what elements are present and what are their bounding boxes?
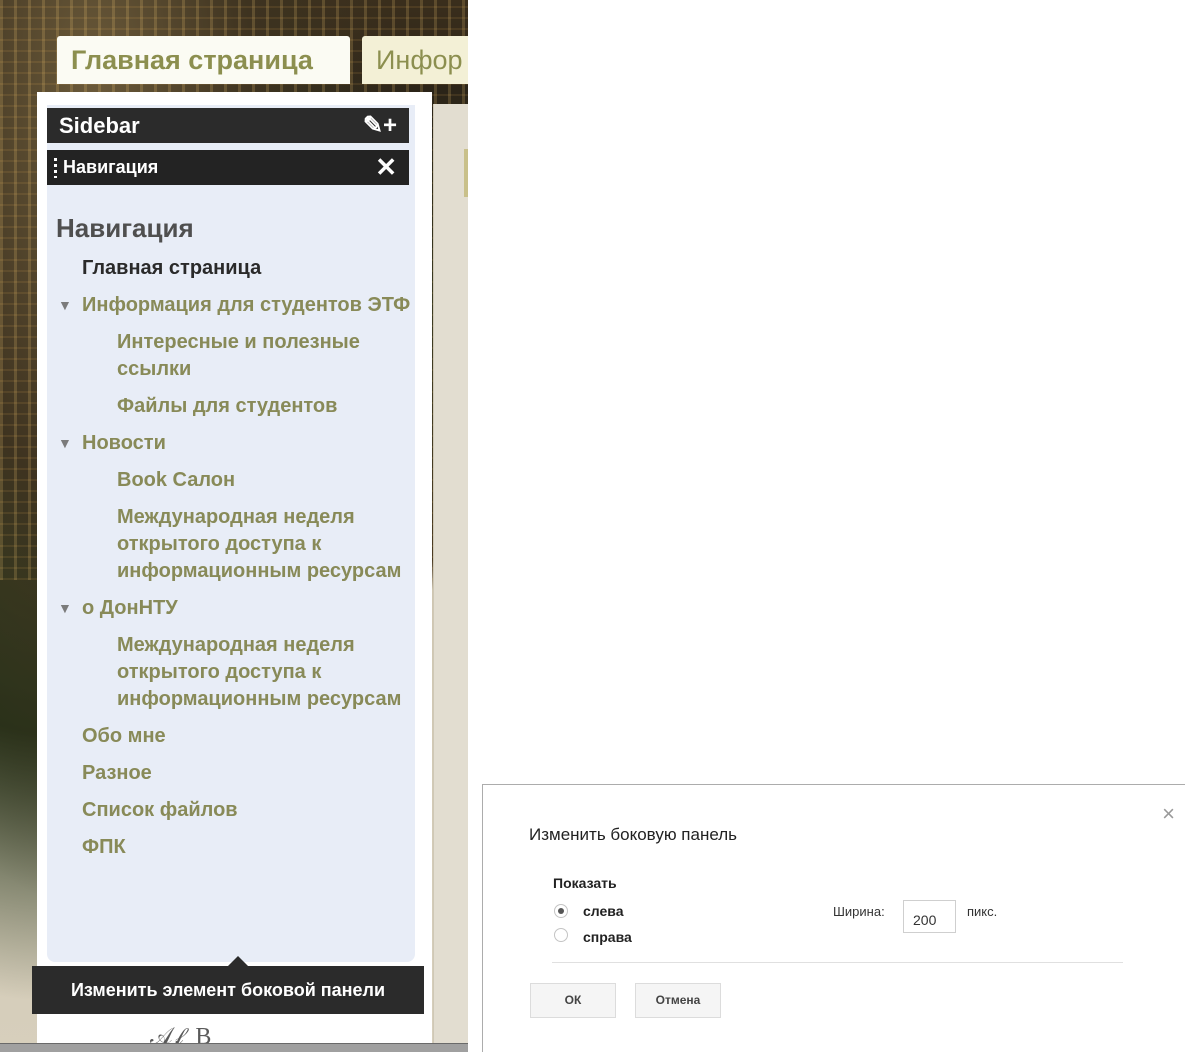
widget-header-title: Навигация <box>63 157 159 177</box>
site-background: Главная страница Инфор Sidebar ✎+ Навига… <box>0 0 468 1052</box>
expand-triangle-icon[interactable]: ▼ <box>58 430 72 457</box>
taskbar <box>0 1043 468 1052</box>
nav-item-label: Book Салон <box>117 469 236 491</box>
nav-item-label: Список файлов <box>82 799 238 821</box>
nav-item-label: Международная неделя открытого доступа к… <box>117 634 402 710</box>
tooltip-edit-sidebar-element: Изменить элемент боковой панели <box>32 956 424 1014</box>
nav-item-label: ФПК <box>82 836 126 858</box>
expand-triangle-icon[interactable]: ▼ <box>58 292 72 319</box>
close-icon[interactable]: × <box>1162 801 1175 827</box>
nav-item[interactable]: ФПК <box>56 834 411 861</box>
nav-item[interactable]: Файлы для студентов <box>56 393 411 420</box>
tab-info[interactable]: Инфор <box>362 36 468 84</box>
sidebar-header-title: Sidebar <box>59 113 140 138</box>
nav-item[interactable]: Международная неделя открытого доступа к… <box>56 504 411 585</box>
radio-left-label[interactable]: слева <box>583 903 624 919</box>
sidebar-panel: Sidebar ✎+ Навигация ✕ Навигация Главная… <box>47 105 415 962</box>
expand-triangle-icon[interactable]: ▼ <box>58 595 72 622</box>
widget-header-navigation[interactable]: Навигация ✕ <box>47 150 409 185</box>
nav-item-label: Новости <box>82 432 166 454</box>
nav-item-label: Информация для студентов ЭТФ <box>82 294 411 316</box>
sidebar: Sidebar ✎+ Навигация ✕ Навигация Главная… <box>37 92 432 1052</box>
drag-handle-icon[interactable] <box>54 158 57 178</box>
nav-item[interactable]: Обо мне <box>56 723 411 750</box>
radio-left[interactable] <box>554 904 568 918</box>
nav-item-label: Главная страница <box>82 257 262 279</box>
nav-item-label: Международная неделя открытого доступа к… <box>117 506 402 582</box>
edit-add-icon[interactable]: ✎+ <box>363 108 397 143</box>
content-accent <box>464 149 468 197</box>
nav-item-label: Разное <box>82 762 152 784</box>
nav-item-label: Обо мне <box>82 725 166 747</box>
radio-right[interactable] <box>554 928 568 942</box>
nav-item-label: Файлы для студентов <box>117 395 338 417</box>
show-label: Показать <box>553 875 617 891</box>
width-label: Ширина: <box>833 904 885 919</box>
sidebar-header[interactable]: Sidebar ✎+ <box>47 108 409 143</box>
nav-item[interactable]: Интересные и полезные ссылки <box>56 329 411 383</box>
ok-button[interactable]: ОК <box>530 983 616 1018</box>
edit-sidebar-dialog: × Изменить боковую панель Показать слева… <box>482 784 1185 1052</box>
dialog-title: Изменить боковую панель <box>529 825 738 844</box>
nav-item[interactable]: ▼ о ДонНТУ <box>56 595 411 622</box>
width-unit-label: пикс. <box>967 904 998 919</box>
cancel-button[interactable]: Отмена <box>635 983 721 1018</box>
dialog-divider <box>552 962 1123 963</box>
nav-item[interactable]: ▼ Новости <box>56 430 411 457</box>
nav-item[interactable]: Разное <box>56 760 411 787</box>
close-icon[interactable]: ✕ <box>375 150 397 185</box>
nav-item[interactable]: Список файлов <box>56 797 411 824</box>
nav-item[interactable]: Главная страница <box>56 255 411 282</box>
radio-right-label[interactable]: справа <box>583 929 632 945</box>
width-input[interactable] <box>903 900 956 933</box>
tab-home[interactable]: Главная страница <box>57 36 350 84</box>
nav-item[interactable]: Book Салон <box>56 467 411 494</box>
nav-item-label: Интересные и полезные ссылки <box>117 331 360 380</box>
nav-item-label: о ДонНТУ <box>82 597 178 619</box>
nav-list: Главная страница ▼ Информация для студенто… <box>56 255 411 871</box>
nav-item[interactable]: Международная неделя открытого доступа к… <box>56 632 411 713</box>
nav-item[interactable]: ▼ Информация для студентов ЭТФ <box>56 292 411 319</box>
main-content-pane <box>433 104 468 1052</box>
nav-heading: Навигация <box>56 213 194 243</box>
